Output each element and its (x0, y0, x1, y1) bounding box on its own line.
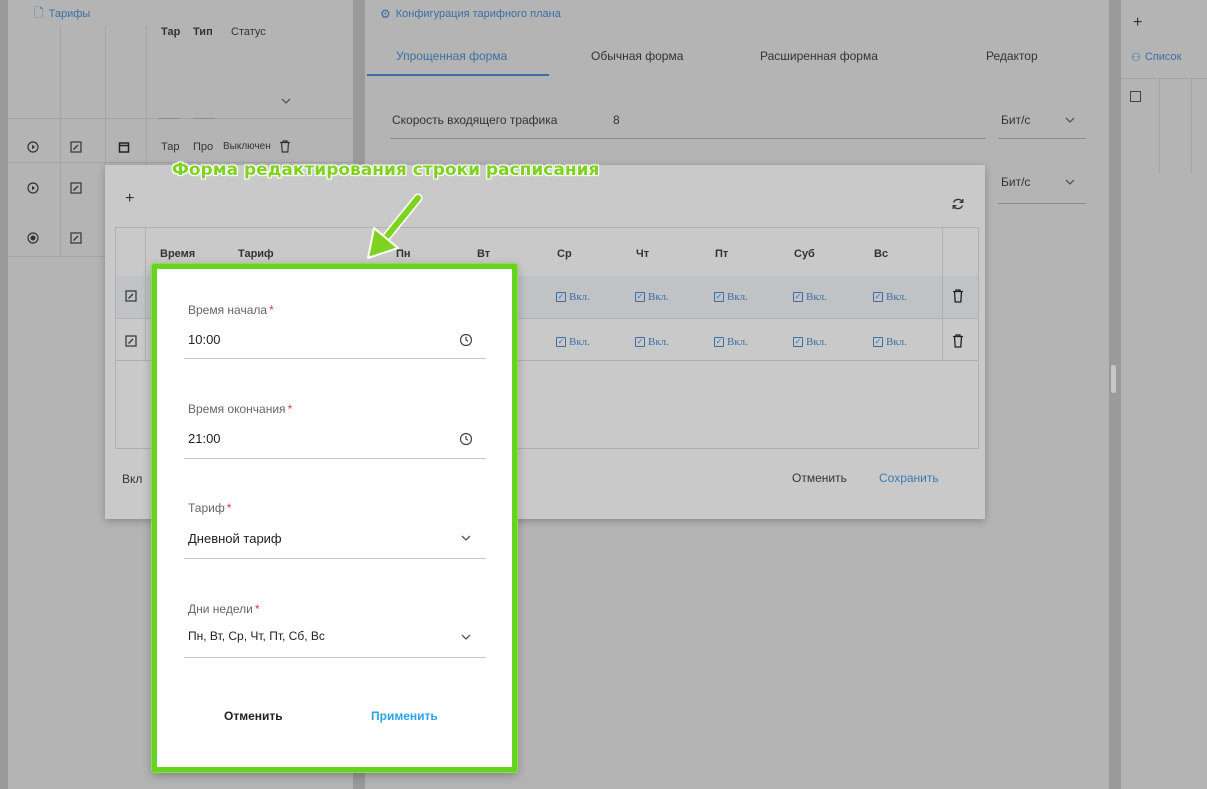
weekdays-label: Дни недели * (188, 602, 260, 616)
divider (8, 118, 353, 119)
filter-underline (158, 118, 180, 119)
chevron-down-icon[interactable] (459, 633, 473, 647)
weekdays-underline (184, 657, 486, 658)
divider (1191, 78, 1192, 173)
sat-on-checkbox[interactable]: ✓ Вкл. (793, 291, 827, 303)
enabled-toggle-label[interactable]: Вкл (122, 472, 142, 486)
divider (1121, 78, 1207, 79)
clock-icon[interactable] (459, 432, 473, 446)
wed-on-checkbox[interactable]: ✓ Вкл. (556, 291, 590, 303)
outgoing-speed-unit-select[interactable]: Бит/с (1001, 175, 1030, 189)
form-cancel-button[interactable]: Отменить (224, 709, 283, 723)
tariff-select[interactable]: Дневной тариф (188, 531, 282, 546)
wed-on-checkbox[interactable]: ✓ Вкл. (556, 336, 590, 348)
row-type-cell: Про (193, 141, 214, 153)
active-tab-indicator (367, 74, 549, 76)
unit-underline (998, 203, 1086, 204)
incoming-speed-unit-select[interactable]: Бит/с (1001, 113, 1030, 127)
play-icon[interactable] (27, 141, 39, 153)
end-time-input[interactable]: 21:00 (188, 431, 221, 446)
tariff-config-header: ⚙ Конфигурация тарифного плана (380, 4, 561, 24)
sun-on-checkbox[interactable]: ✓ Вкл. (873, 291, 907, 303)
users-icon: ⚇ (1131, 52, 1141, 64)
column-header-tariff[interactable]: Тар (161, 26, 180, 38)
delete-icon[interactable] (952, 334, 964, 348)
right-panel (1121, 0, 1207, 789)
tariffs-panel-title: Тарифы (48, 8, 91, 20)
splitter-handle[interactable] (1111, 365, 1116, 393)
fri-on-checkbox[interactable]: ✓ Вкл. (714, 336, 748, 348)
chevron-down-icon[interactable] (459, 534, 473, 548)
stop-icon[interactable] (27, 232, 39, 244)
divider (145, 228, 146, 360)
sat-on-checkbox[interactable]: ✓ Вкл. (793, 336, 827, 348)
tab-simple-form[interactable]: Упрощенная форма (396, 49, 507, 63)
divider (1159, 78, 1160, 173)
annotation-callout: Форма редактирования строки расписания (172, 160, 600, 180)
divider (60, 26, 61, 256)
delete-icon[interactable] (279, 139, 291, 153)
form-apply-button[interactable]: Применить (371, 709, 438, 723)
start-time-label: Время начала * (188, 303, 274, 317)
tariff-config-title: Конфигурация тарифного плана (395, 8, 561, 20)
select-all-checkbox[interactable] (1130, 91, 1141, 102)
edit-icon[interactable] (70, 182, 82, 194)
sun-on-checkbox[interactable]: ✓ Вкл. (873, 336, 907, 348)
thu-on-checkbox[interactable]: ✓ Вкл. (635, 291, 669, 303)
row-tariff-cell: Тар (161, 141, 180, 153)
thu-on-checkbox[interactable]: ✓ Вкл. (635, 336, 669, 348)
chevron-down-icon[interactable] (1065, 179, 1075, 185)
column-header-tue[interactable]: Вт (477, 248, 490, 260)
tab-advanced-form[interactable]: Расширенная форма (760, 49, 878, 63)
unit-underline (998, 138, 1086, 139)
end-time-underline (184, 458, 486, 459)
document-icon: 🗋 (34, 5, 44, 20)
end-time-label: Время окончания * (188, 402, 293, 416)
column-header-thu[interactable]: Чт (636, 248, 649, 260)
play-icon[interactable] (27, 182, 39, 194)
column-header-time[interactable]: Время (160, 248, 195, 260)
column-header-tariff[interactable]: Тариф (238, 248, 274, 260)
add-schedule-row-button[interactable]: + (125, 190, 134, 208)
column-header-sun[interactable]: Вс (874, 248, 888, 260)
column-header-sat[interactable]: Суб (794, 248, 815, 260)
start-time-input[interactable]: 10:00 (188, 332, 221, 347)
column-header-fri[interactable]: Пт (715, 248, 728, 260)
incoming-speed-label: Скорость входящего трафика (392, 113, 558, 127)
column-header-type[interactable]: Тип (193, 26, 213, 38)
fri-on-checkbox[interactable]: ✓ Вкл. (714, 291, 748, 303)
list-header: ⚇ Список (1131, 51, 1181, 64)
incoming-speed-input[interactable]: 8 (613, 113, 620, 127)
dialog-cancel-button[interactable]: Отменить (792, 471, 847, 485)
column-header-wed[interactable]: Ср (557, 248, 572, 260)
edit-icon[interactable] (125, 290, 137, 302)
start-time-underline (184, 358, 486, 359)
annotation-arrow-icon (367, 193, 423, 259)
row-status-cell: Выключен (223, 141, 271, 152)
delete-icon[interactable] (952, 289, 964, 303)
chevron-down-icon[interactable] (1065, 117, 1075, 123)
tab-normal-form[interactable]: Обычная форма (591, 49, 683, 63)
clock-icon[interactable] (459, 333, 473, 347)
edit-icon[interactable] (70, 232, 82, 244)
edit-icon[interactable] (125, 335, 137, 347)
tariff-underline (184, 558, 486, 559)
filter-underline (193, 118, 215, 119)
column-header-status[interactable]: Статус (231, 26, 266, 38)
divider (942, 228, 943, 360)
incoming-speed-underline (390, 138, 986, 139)
status-filter-chevron-icon[interactable] (281, 98, 291, 104)
tariff-label: Тариф * (188, 501, 232, 515)
settings-icon: ⚙ (380, 7, 391, 21)
tariffs-panel-header: 🗋 Тарифы (34, 4, 90, 24)
tab-editor[interactable]: Редактор (986, 49, 1038, 63)
refresh-icon[interactable] (951, 197, 965, 211)
list-title: Список (1144, 51, 1182, 63)
weekdays-select[interactable]: Пн, Вт, Ср, Чт, Пт, Сб, Вс (188, 629, 325, 643)
dialog-save-button[interactable]: Сохранить (879, 471, 939, 485)
add-button[interactable]: + (1133, 14, 1142, 32)
edit-icon[interactable] (70, 141, 82, 153)
calendar-icon[interactable] (118, 141, 130, 153)
